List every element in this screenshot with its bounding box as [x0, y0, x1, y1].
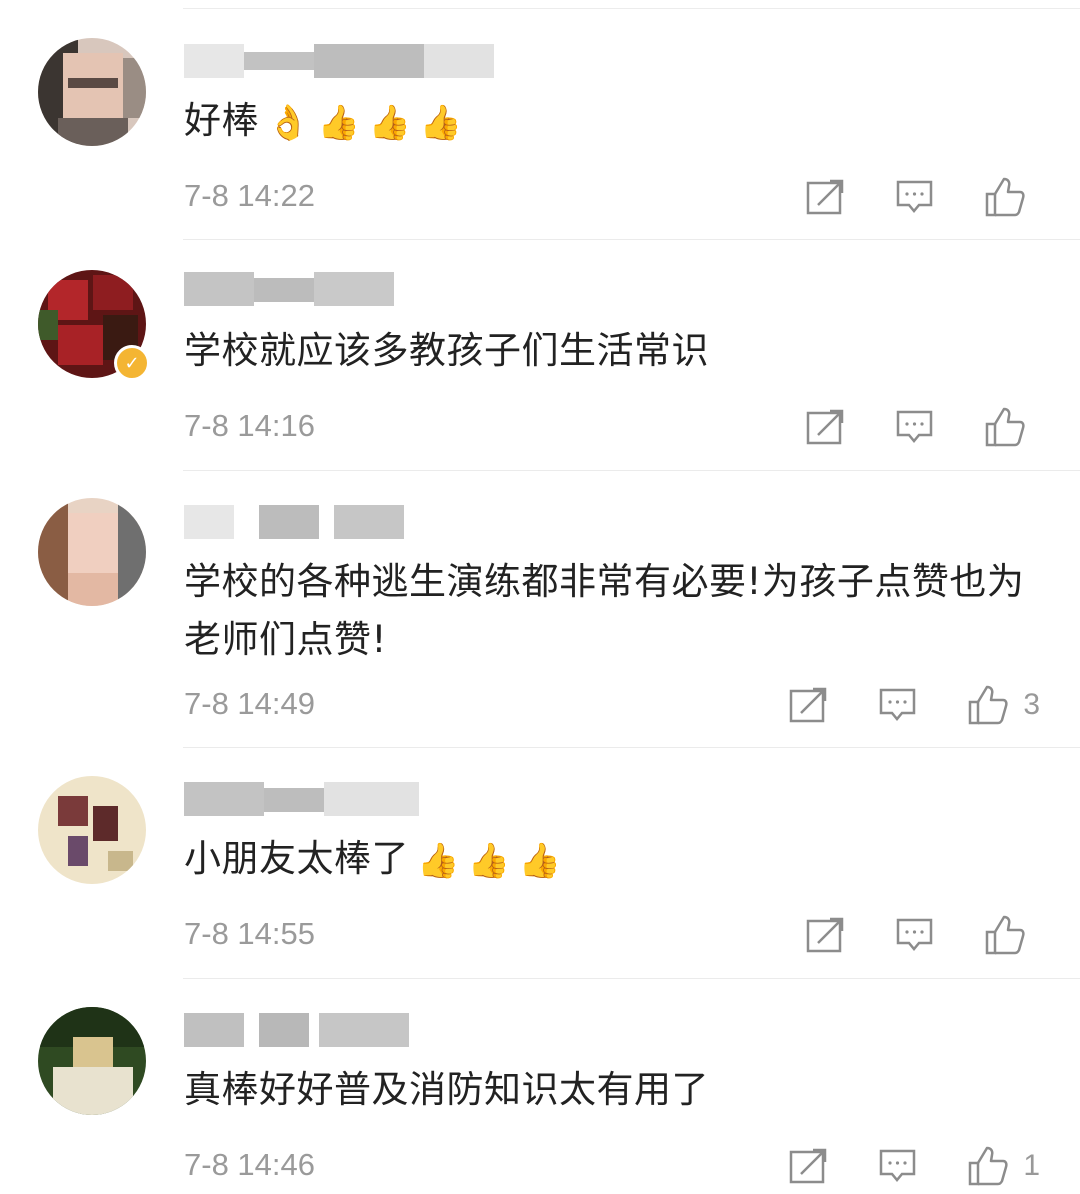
comment-icon	[880, 1149, 916, 1182]
comment-item: 好棒 👌 👍 👍 👍 7-8 14:22	[0, 0, 1080, 240]
thumbs-up-icon	[969, 1146, 1008, 1186]
comment-actions	[806, 405, 1040, 449]
username-blurred[interactable]	[184, 44, 494, 78]
comment-item: 学校的各种逃生演练都非常有必要!为孩子点赞也为老师们点赞! 7-8 14:49 …	[0, 471, 1080, 748]
thumbs-up-emoji: 👍	[518, 840, 562, 881]
reply-button[interactable]	[896, 179, 934, 215]
share-icon	[790, 687, 827, 723]
reply-button[interactable]	[896, 409, 934, 445]
thumbs-up-emoji: 👍	[419, 102, 463, 143]
comment-timestamp: 7-8 14:55	[184, 916, 315, 951]
thumbs-up-emoji: 👍	[467, 840, 511, 881]
like-button[interactable]	[984, 914, 1040, 956]
like-button[interactable]	[984, 406, 1040, 448]
comment-icon	[896, 180, 933, 213]
share-button[interactable]	[806, 409, 844, 445]
like-button[interactable]: 3	[967, 684, 1040, 726]
share-button[interactable]	[789, 687, 827, 723]
thumbs-up-icon	[985, 915, 1025, 955]
comment-item: 真棒好好普及消防知识太有用了 7-8 14:46 1	[0, 979, 1080, 1194]
share-button[interactable]	[806, 917, 844, 953]
share-icon	[806, 179, 844, 215]
comment-text: 好棒 👌 👍 👍 👍	[184, 92, 1040, 152]
verified-badge-icon: ✓	[114, 345, 150, 381]
share-icon	[790, 1148, 827, 1184]
like-button[interactable]	[984, 176, 1040, 218]
comment-text: 学校的各种逃生演练都非常有必要!为孩子点赞也为老师们点赞!	[184, 560, 1025, 661]
reply-button[interactable]	[879, 1148, 917, 1184]
avatar[interactable]	[38, 776, 146, 884]
comment-icon	[880, 688, 916, 721]
comment-actions	[806, 175, 1040, 219]
comment-icon	[896, 918, 933, 951]
comment-text: 真棒好好普及消防知识太有用了	[184, 1068, 709, 1111]
thumbs-up-icon	[985, 407, 1025, 447]
avatar[interactable]	[38, 38, 146, 146]
thumbs-up-icon	[985, 177, 1025, 217]
username-blurred[interactable]	[184, 272, 394, 306]
thumbs-up-emoji: 👍	[417, 840, 460, 881]
comment-timestamp: 7-8 14:49	[184, 686, 315, 721]
comment-actions: 1	[789, 1144, 1040, 1188]
reply-button[interactable]	[879, 687, 917, 723]
comment-item: ✓ 学校就应该多教孩子们生活常识 7-8 14:16	[0, 240, 1080, 471]
share-button[interactable]	[789, 1148, 827, 1184]
comment-timestamp: 7-8 14:22	[184, 178, 315, 213]
avatar[interactable]	[38, 1007, 146, 1115]
reply-button[interactable]	[896, 917, 934, 953]
thumbs-up-emoji: 👍	[368, 102, 412, 143]
thumbs-up-emoji: 👍	[317, 102, 361, 143]
share-icon	[806, 409, 844, 445]
ok-hand-emoji: 👌	[267, 102, 310, 143]
comment-timestamp: 7-8 14:16	[184, 408, 315, 443]
share-button[interactable]	[806, 179, 844, 215]
thumbs-up-icon	[969, 685, 1008, 725]
avatar[interactable]	[38, 498, 146, 606]
username-blurred[interactable]	[184, 782, 419, 816]
like-count: 1	[1023, 1149, 1040, 1182]
comment-actions	[806, 913, 1040, 957]
username-blurred[interactable]	[184, 1013, 409, 1047]
comment-text: 小朋友太棒了 👍 👍 👍	[184, 830, 1040, 890]
like-button[interactable]: 1	[967, 1145, 1040, 1187]
comment-timestamp: 7-8 14:46	[184, 1147, 315, 1182]
comment-icon	[896, 410, 933, 443]
comment-actions: 3	[789, 683, 1040, 727]
comment-item: 小朋友太棒了 👍 👍 👍 7-8 14:55	[0, 748, 1080, 979]
like-count: 3	[1023, 688, 1040, 721]
comment-text: 学校就应该多教孩子们生活常识	[184, 329, 709, 372]
username-blurred[interactable]	[184, 505, 404, 539]
share-icon	[806, 917, 844, 953]
